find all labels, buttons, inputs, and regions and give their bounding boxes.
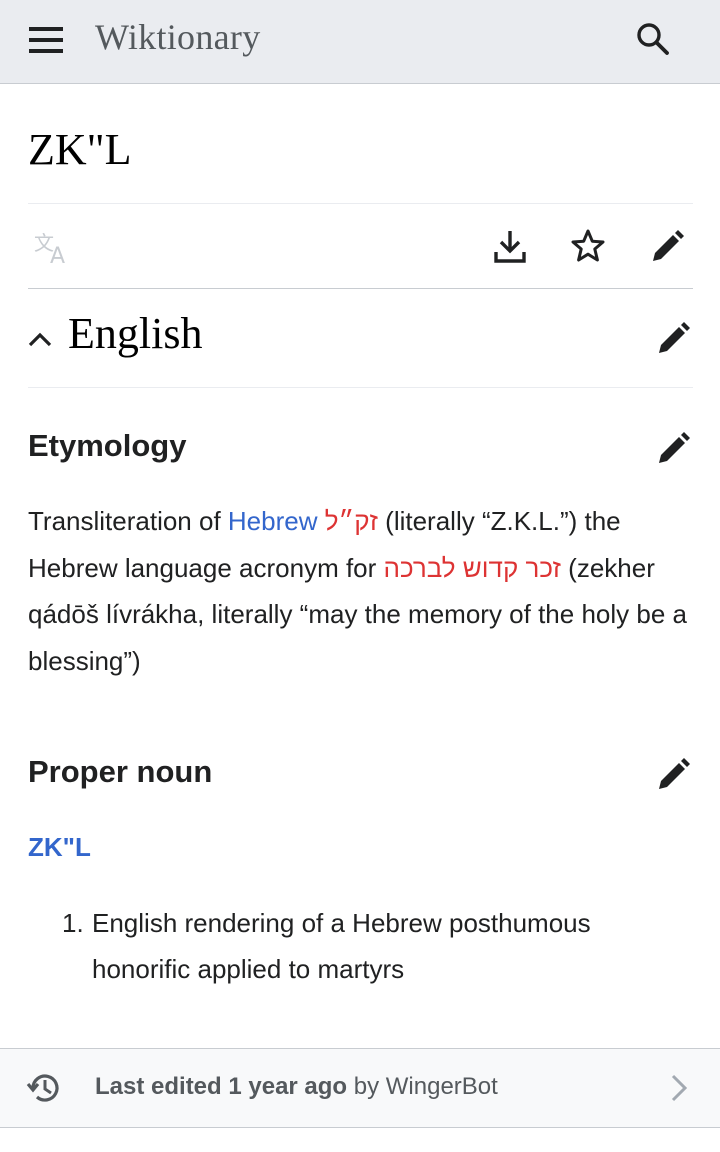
proper-noun-heading: Proper noun xyxy=(28,754,213,789)
pencil-icon xyxy=(653,230,684,261)
headword-link[interactable]: ZK"L xyxy=(28,832,91,863)
section-heading-english[interactable]: English xyxy=(68,308,202,359)
menu-button[interactable] xyxy=(24,18,68,62)
etymology-text-part: Transliteration of xyxy=(28,506,228,536)
pencil-icon xyxy=(659,758,690,789)
title-divider xyxy=(28,203,693,204)
edit-section-english-button[interactable] xyxy=(652,316,696,360)
toolbar-divider xyxy=(28,288,693,289)
hebrew-phrase-link[interactable]: זכר קדוש לברכה xyxy=(384,553,561,583)
edit-etymology-button[interactable] xyxy=(652,426,696,470)
definition-text: English rendering of a Hebrew posthumous… xyxy=(92,908,591,984)
last-edited-time: 1 year ago xyxy=(228,1073,348,1100)
search-button[interactable] xyxy=(630,16,676,62)
search-icon xyxy=(637,23,669,55)
definition-list: 1. English rendering of a Hebrew posthum… xyxy=(62,900,682,992)
page-title: ZK"L xyxy=(28,125,132,174)
chevron-up-icon xyxy=(28,332,52,347)
section-divider xyxy=(28,387,693,388)
download-button[interactable] xyxy=(488,224,532,268)
history-icon xyxy=(26,1074,59,1102)
watch-button[interactable] xyxy=(566,224,610,268)
last-editor-name: WingerBot xyxy=(385,1073,498,1100)
site-title[interactable]: Wiktionary xyxy=(95,16,261,58)
section-toggle[interactable] xyxy=(26,326,54,354)
star-icon xyxy=(571,229,605,262)
top-app-bar: Wiktionary xyxy=(0,0,720,84)
download-icon xyxy=(494,231,526,263)
pencil-icon xyxy=(659,432,690,463)
language-button[interactable]: 文 A xyxy=(30,226,74,270)
etymology-text: Transliteration of Hebrew זק״ל (literall… xyxy=(28,498,688,684)
chevron-right-wrap xyxy=(664,1071,694,1105)
edit-proper-noun-button[interactable] xyxy=(652,752,696,796)
hamburger-menu-icon xyxy=(29,27,63,53)
etymology-heading: Etymology xyxy=(28,428,187,463)
last-edited-prefix: Last edited xyxy=(95,1073,229,1100)
hebrew-acronym-link[interactable]: זק״ל xyxy=(325,506,378,536)
chevron-right-icon xyxy=(671,1074,688,1102)
pencil-icon xyxy=(659,322,690,353)
hebrew-link[interactable]: Hebrew xyxy=(228,506,318,536)
definition-number: 1. xyxy=(62,908,84,938)
edit-page-button[interactable] xyxy=(646,224,690,268)
translate-icon: 文 A xyxy=(34,231,65,266)
svg-text:A: A xyxy=(50,244,65,266)
etymology-text-part xyxy=(318,506,325,536)
history-icon-wrap xyxy=(26,1069,64,1107)
last-edited-bar[interactable]: Last edited 1 year ago by WingerBot xyxy=(0,1048,720,1128)
list-item: 1. English rendering of a Hebrew posthum… xyxy=(62,900,682,992)
last-edited-by: by xyxy=(347,1073,386,1100)
last-edited-text: Last edited 1 year ago by WingerBot xyxy=(95,1073,498,1101)
